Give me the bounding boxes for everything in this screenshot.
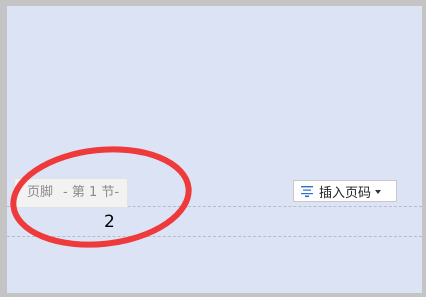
screenshot-frame: 页脚 - 第 1 节- 2 插入页码 xyxy=(0,0,426,297)
footer-bottom-guide xyxy=(7,236,422,237)
footer-page-number[interactable]: 2 xyxy=(104,212,115,232)
insert-page-number-label: 插入页码 xyxy=(319,185,372,201)
document-page xyxy=(7,6,422,293)
insert-page-number-button[interactable]: 插入页码 xyxy=(293,180,397,202)
footer-section-label: - 第 1 节- xyxy=(63,185,120,200)
dropdown-arrow-icon[interactable] xyxy=(375,190,382,194)
page-number-icon xyxy=(300,184,314,198)
footer-label: 页脚 xyxy=(27,185,54,200)
footer-section-tag: 页脚 - 第 1 节- xyxy=(14,178,129,208)
